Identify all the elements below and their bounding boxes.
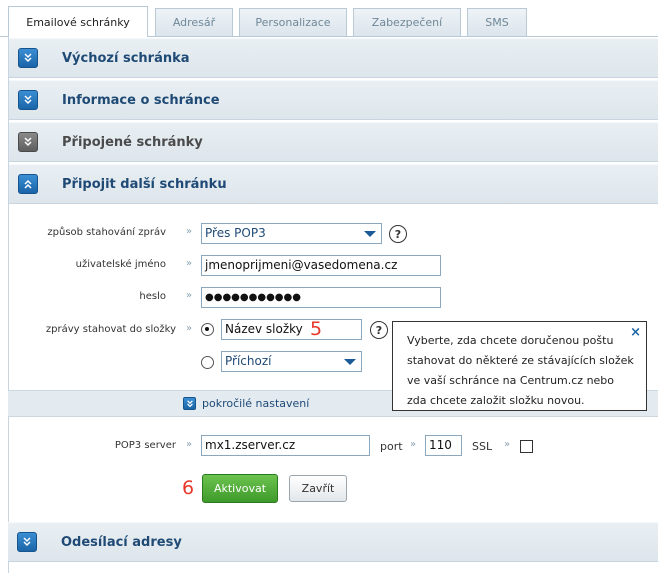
folder-name-input[interactable]: Název složky <box>221 319 362 340</box>
raquo-glyph: » <box>410 439 417 450</box>
ssl-label: SSL <box>472 440 493 453</box>
port-input[interactable]: 110 <box>425 435 462 456</box>
existing-folder-select[interactable]: Příchozí <box>221 351 362 372</box>
tab-label: SMS <box>485 16 509 29</box>
password-input[interactable]: ●●●●●●●●●●● <box>201 287 441 308</box>
chevron-down-icon <box>344 359 356 365</box>
raquo-glyph: » <box>504 439 511 450</box>
tooltip-text: Vyberte, zda chcete doručenou poštu stah… <box>407 334 634 407</box>
section-title: Informace o schránce <box>62 92 220 108</box>
tab-security[interactable]: Zabezpečení <box>353 8 461 36</box>
tab-personalization[interactable]: Personalizace <box>239 8 347 36</box>
section-mailbox-info[interactable]: Informace o schránce <box>9 80 658 120</box>
help-glyph: ? <box>375 323 383 337</box>
chevron-double-down-icon[interactable] <box>183 397 196 410</box>
radio-dot <box>205 327 209 331</box>
section-title: Odesílací adresy <box>61 534 182 550</box>
folder-label: zprávy stahovat do složky <box>45 324 176 335</box>
section-sending-addresses[interactable]: Odesílací adresy <box>8 522 658 562</box>
tab-label: Personalizace <box>255 16 331 29</box>
tab-label: Zabezpečení <box>371 16 443 29</box>
chevron-double-down-icon[interactable] <box>18 48 38 68</box>
folder-existing-radio[interactable] <box>201 356 214 369</box>
username-input[interactable]: jmenoprijmeni@vasedomena.cz <box>201 255 441 276</box>
pop3-server-input[interactable]: mx1.zserver.cz <box>201 435 370 456</box>
folder-help-tooltip: Vyberte, zda chcete doručenou poštu stah… <box>392 321 647 411</box>
raquo-glyph: » <box>186 290 193 301</box>
tab-email-mailboxes[interactable]: Emailové schránky <box>8 6 148 37</box>
chevron-double-down-icon[interactable] <box>18 132 38 152</box>
raquo-glyph: » <box>186 323 193 334</box>
tab-bar: Emailové schránky Adresář Personalizace … <box>0 0 658 37</box>
close-icon[interactable]: × <box>630 323 641 343</box>
select-value: Příchozí <box>225 354 272 368</box>
activate-button[interactable]: Aktivovat <box>202 474 278 503</box>
annotation-number: 6 <box>182 477 195 499</box>
section-default-mailbox[interactable]: Výchozí schránka <box>9 38 658 78</box>
raquo-glyph: » <box>186 258 193 269</box>
chevron-double-up-icon[interactable] <box>18 174 38 194</box>
section-title: Připojené schránky <box>62 134 203 150</box>
download-method-select[interactable]: Přes POP3 <box>201 223 382 244</box>
tab-sms[interactable]: SMS <box>467 8 527 36</box>
ssl-checkbox[interactable] <box>520 440 533 453</box>
annotation-number: 5 <box>310 318 323 340</box>
raquo-glyph: » <box>186 439 193 450</box>
pop3-server-label: POP3 server <box>114 440 176 451</box>
folder-new-radio[interactable] <box>201 323 214 336</box>
section-title: Připojit další schránku <box>62 176 227 192</box>
username-label: uživatelské jméno <box>75 259 166 270</box>
section-connect-another[interactable]: Připojit další schránku <box>9 164 658 204</box>
help-icon[interactable]: ? <box>370 321 388 339</box>
section-title: Výchozí schránka <box>62 50 190 66</box>
chevron-double-down-icon[interactable] <box>17 532 37 552</box>
select-value: Přes POP3 <box>205 226 266 240</box>
tab-address-book[interactable]: Adresář <box>155 8 233 36</box>
tab-label: Emailové schránky <box>26 15 130 29</box>
chevron-double-down-icon[interactable] <box>18 90 38 110</box>
advanced-settings-link[interactable]: pokročilé nastavení <box>202 397 309 410</box>
help-glyph: ? <box>394 227 402 241</box>
close-button[interactable]: Zavřít <box>289 475 347 502</box>
password-label: heslo <box>139 291 166 302</box>
method-label: způsob stahování zpráv <box>47 227 166 238</box>
port-label: port <box>380 440 403 453</box>
section-connected-mailboxes[interactable]: Připojené schránky <box>9 122 658 162</box>
help-icon[interactable]: ? <box>389 225 407 243</box>
tab-label: Adresář <box>172 16 216 29</box>
chevron-down-icon <box>364 231 376 237</box>
raquo-glyph: » <box>186 226 193 237</box>
